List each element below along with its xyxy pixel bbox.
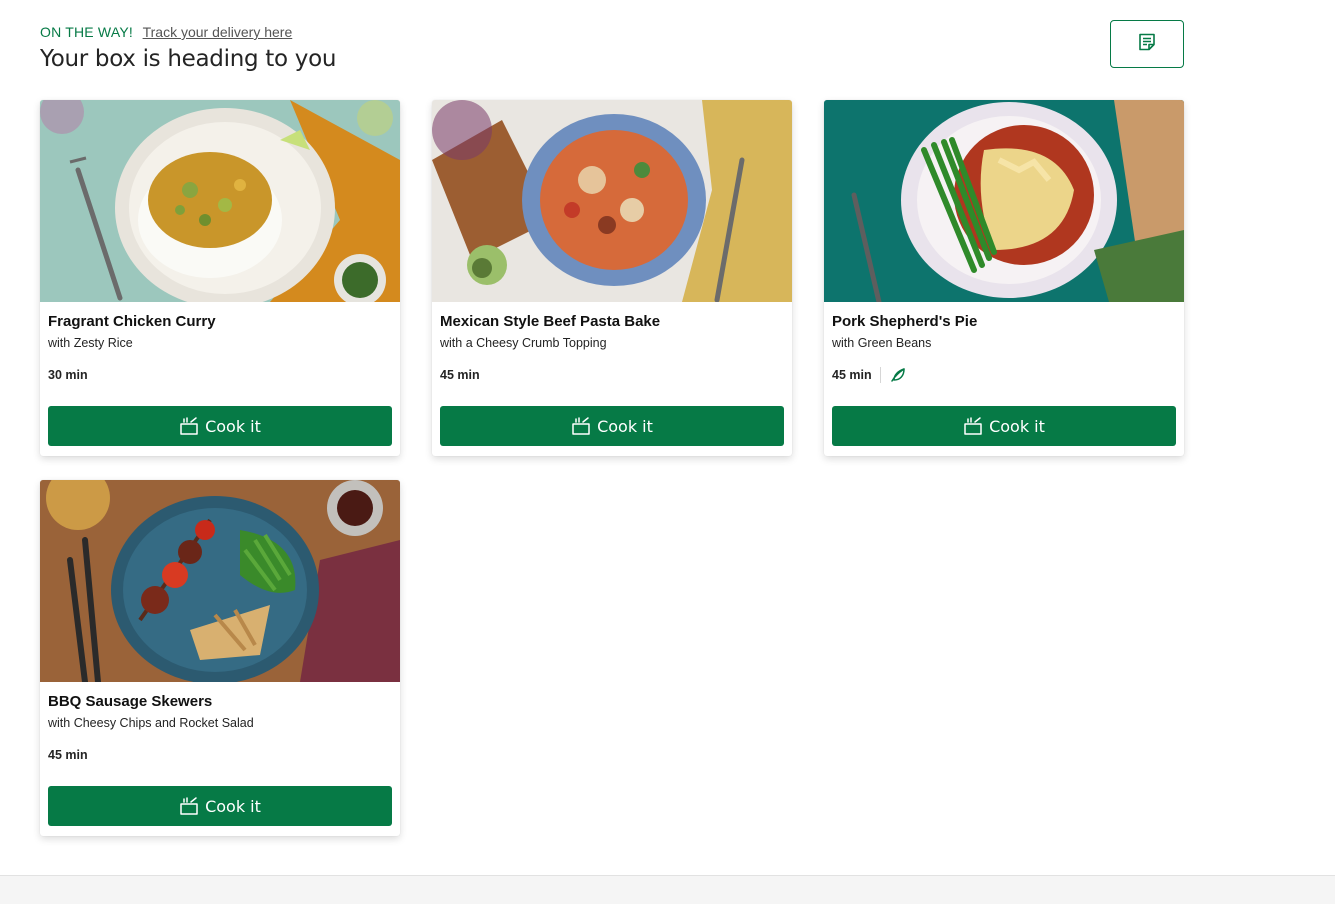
track-delivery-link[interactable]: Track your delivery here <box>143 24 293 40</box>
pot-icon <box>179 416 199 436</box>
status-label: ON THE WAY! <box>40 24 133 40</box>
recipe-card[interactable]: Mexican Style Beef Pasta Bake with a Che… <box>432 100 792 456</box>
recipe-meta: 45 min <box>48 746 392 764</box>
recipe-meta: 45 min <box>832 366 1176 384</box>
recipe-title[interactable]: Pork Shepherd's Pie <box>832 312 1176 332</box>
prep-time: 45 min <box>832 368 872 382</box>
cook-it-label: Cook it <box>597 416 653 436</box>
pot-icon <box>179 796 199 816</box>
recipe-card[interactable]: Fragrant Chicken Curry with Zesty Rice 3… <box>40 100 400 456</box>
recipe-subtitle: with Cheesy Chips and Rocket Salad <box>48 716 254 730</box>
delivery-header: ON THE WAY! Track your delivery here You… <box>40 20 1184 82</box>
meta-divider <box>879 367 881 383</box>
recipe-meta: 30 min <box>48 366 392 384</box>
recipe-title[interactable]: Fragrant Chicken Curry <box>48 312 392 332</box>
cook-it-button[interactable]: Cook it <box>48 406 392 446</box>
recipe-title[interactable]: Mexican Style Beef Pasta Bake <box>440 312 784 332</box>
leaf-icon <box>889 366 907 384</box>
prep-time: 30 min <box>48 368 88 382</box>
recipe-card-icon <box>1137 32 1157 57</box>
recipe-image-pork-shepherds-pie[interactable] <box>824 100 1184 302</box>
recipe-meta: 45 min <box>440 366 784 384</box>
pot-icon <box>963 416 983 436</box>
recipe-card[interactable]: BBQ Sausage Skewers with Cheesy Chips an… <box>40 480 400 836</box>
recipe-title[interactable]: BBQ Sausage Skewers <box>48 692 392 712</box>
cook-it-label: Cook it <box>205 416 261 436</box>
cook-it-button[interactable]: Cook it <box>440 406 784 446</box>
page-title: Your box is heading to you <box>40 46 337 72</box>
recipe-image-beef-pasta-bake[interactable] <box>432 100 792 302</box>
recipe-subtitle: with a Cheesy Crumb Topping <box>440 336 607 350</box>
recipe-card[interactable]: Pork Shepherd's Pie with Green Beans 45 … <box>824 100 1184 456</box>
recipe-image-chicken-curry[interactable] <box>40 100 400 302</box>
footer-bar <box>0 875 1335 904</box>
cook-it-label: Cook it <box>205 796 261 816</box>
recipe-cards-button[interactable] <box>1110 20 1184 68</box>
recipe-image-bbq-sausage-skewers[interactable] <box>40 480 400 682</box>
cook-it-label: Cook it <box>989 416 1045 436</box>
status-line: ON THE WAY! Track your delivery here <box>40 22 1184 42</box>
recipe-subtitle: with Green Beans <box>832 336 932 350</box>
cook-it-button[interactable]: Cook it <box>832 406 1176 446</box>
prep-time: 45 min <box>48 748 88 762</box>
prep-time: 45 min <box>440 368 480 382</box>
cook-it-button[interactable]: Cook it <box>48 786 392 826</box>
recipe-subtitle: with Zesty Rice <box>48 336 133 350</box>
pot-icon <box>571 416 591 436</box>
